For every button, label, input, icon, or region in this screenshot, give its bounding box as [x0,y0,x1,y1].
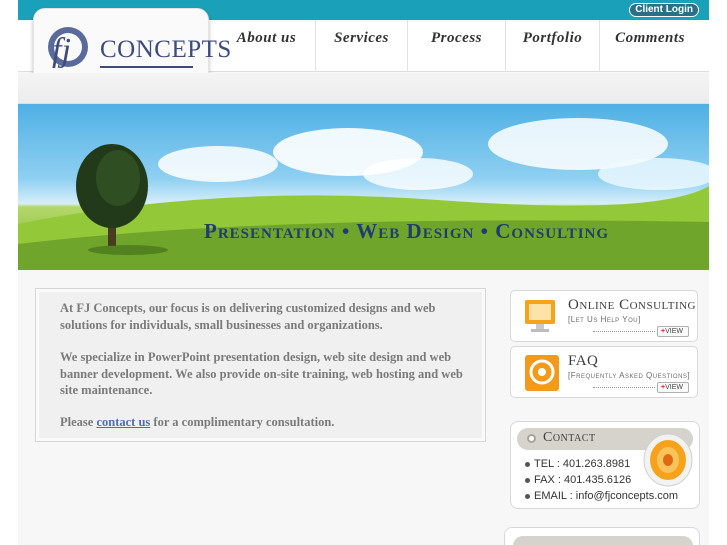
banner-tagline: Presentation • Web Design • Consulting [204,219,610,243]
contact-email[interactable]: EMAIL : info@fjconcepts.com [525,490,678,502]
contact-title: Contact [543,430,596,445]
intro-text-before-link: Please [60,415,97,429]
view-label: VIEW [665,328,683,335]
online-consulting-subtitle: [Let Us Help You] [568,315,641,324]
landscape-illustration [18,118,709,270]
intro-paragraph-2: We specialize in PowerPoint presentation… [60,350,463,397]
bottom-widget-header [513,536,693,545]
monitor-icon [525,300,555,332]
nav-about-us[interactable]: About us [218,20,316,72]
contact-fax: FAX : 401.435.6126 [525,474,631,486]
sub-bar [18,73,709,104]
online-consulting-view-button[interactable]: +VIEW [657,326,689,337]
view-label: VIEW [665,384,683,391]
email-at-icon [525,355,559,391]
contact-us-link[interactable]: contact us [96,415,150,429]
megaphone-icon [643,433,693,487]
intro-text-after-link: for a complimentary consultation. [150,415,335,429]
client-login-button[interactable]: Client Login [629,3,699,17]
contact-box: Contact TEL : 401.263.8981 FAX : 401.435… [510,421,700,509]
faq-view-button[interactable]: +VIEW [657,382,689,393]
faq-card[interactable]: FAQ [Frequently Asked Questions] +VIEW [510,346,698,398]
faq-subtitle: [Frequently Asked Questions] [568,371,691,380]
hero-banner: Presentation • Web Design • Consulting [18,104,709,270]
fj-logo-icon: fj [48,27,88,69]
online-consulting-card[interactable]: Online Consulting [Let Us Help You] +VIE… [510,290,698,342]
nav-process[interactable]: Process [408,20,506,72]
dotted-divider [593,331,655,332]
faq-title: FAQ [568,353,599,369]
dotted-divider [593,387,655,388]
online-consulting-title: Online Consulting [568,297,697,313]
page: Client Login fj CONCEPTS About us Servic… [18,0,709,545]
intro-paragraph-3: Please contact us for a complimentary co… [60,414,470,431]
logo-monogram: fj [52,32,71,69]
logo-underline [100,66,193,68]
nav-services[interactable]: Services [316,20,408,72]
logo-text: CONCEPTS [100,36,232,63]
intro-paragraph-1: At FJ Concepts, our focus is on deliveri… [60,301,436,332]
nav-portfolio[interactable]: Portfolio [506,20,600,72]
bullet-icon [525,461,530,467]
bottom-widget [504,527,700,545]
contact-tel: TEL : 401.263.8981 [525,458,630,470]
bullet-icon [525,493,530,499]
bullet-icon [525,477,530,483]
intro-box: At FJ Concepts, our focus is on deliveri… [35,288,486,442]
bullet-icon [527,434,536,443]
nav-comments[interactable]: Comments [600,20,700,72]
